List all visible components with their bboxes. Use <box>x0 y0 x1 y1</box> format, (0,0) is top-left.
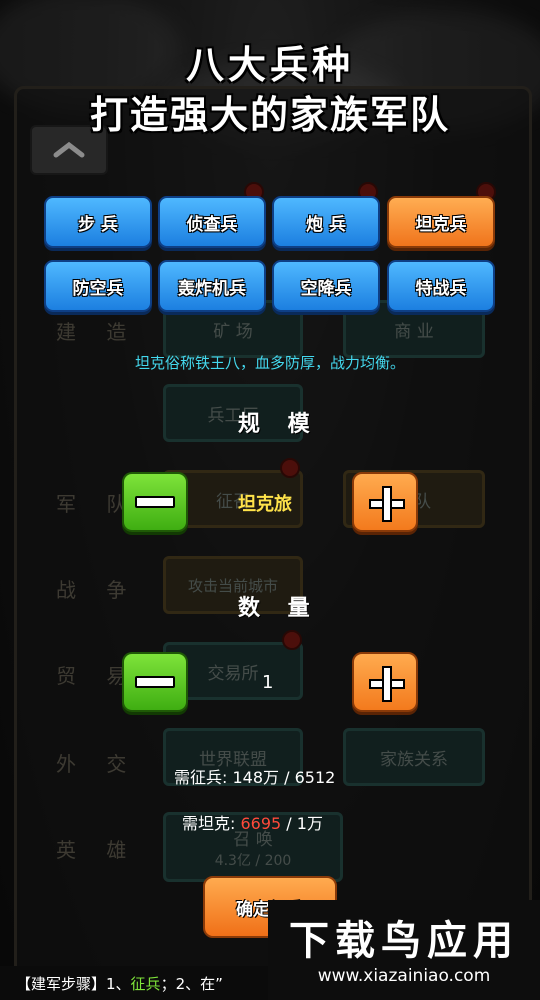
scale-value: 坦克旅 <box>238 494 292 515</box>
minus-icon <box>135 496 175 508</box>
unit-tab-special-forces[interactable]: 特战兵 <box>387 260 495 312</box>
minus-icon <box>135 676 175 688</box>
troops-value: 148万 / 6512 <box>232 768 336 787</box>
tanks-requirement: 需坦克: 6695 / 1万 <box>182 810 323 834</box>
quantity-value[interactable]: 1 <box>262 672 273 693</box>
quantity-increase-button[interactable] <box>352 652 418 712</box>
watermark-title: 下载鸟应用 <box>289 918 519 964</box>
unit-tab-tank[interactable]: 坦克兵 <box>387 196 495 248</box>
banner-line-2: 打造强大的家族军队 <box>89 93 450 137</box>
unit-tab-antiair[interactable]: 防空兵 <box>44 260 152 312</box>
tanks-have: 6695 <box>240 814 282 833</box>
unit-description: 坦克俗称铁王八，血多防厚，战力均衡。 <box>134 354 405 372</box>
quantity-title: 数 量 <box>238 596 320 621</box>
unit-tab-bomber[interactable]: 轰炸机兵 <box>158 260 266 312</box>
tanks-label: 需坦克: <box>182 814 236 833</box>
plus-icon-stem <box>382 666 392 702</box>
footer-rest: ；2、在” <box>160 974 223 993</box>
unit-tab-infantry[interactable]: 步 兵 <box>44 196 152 248</box>
unit-tab-scout[interactable]: 侦查兵 <box>158 196 266 248</box>
scale-increase-button[interactable] <box>352 472 418 532</box>
banner-line-1: 八大兵种 <box>185 43 354 87</box>
scale-decrease-button[interactable] <box>122 472 188 532</box>
troops-label: 需征兵: <box>174 768 228 787</box>
watermark: 下载鸟应用 www.xiazainiao.com <box>268 900 540 1000</box>
footer-prefix: 【建军步骤】1、 <box>16 974 131 993</box>
unit-tab-paratrooper[interactable]: 空降兵 <box>272 260 380 312</box>
tanks-need: / 1万 <box>281 814 323 833</box>
footer-step1: 征兵 <box>130 974 161 993</box>
scale-title: 规 模 <box>238 412 320 437</box>
quantity-decrease-button[interactable] <box>122 652 188 712</box>
plus-icon-stem <box>382 486 392 522</box>
watermark-url: www.xiazainiao.com <box>317 966 491 986</box>
unit-tab-artillery[interactable]: 炮 兵 <box>272 196 380 248</box>
game-screen: 建 造 军 队 战 争 贸 易 外 交 英 雄 矿 场 商 业 兵工厂 征召 军… <box>0 0 540 1000</box>
troops-requirement: 需征兵: 148万 / 6512 <box>174 764 335 788</box>
